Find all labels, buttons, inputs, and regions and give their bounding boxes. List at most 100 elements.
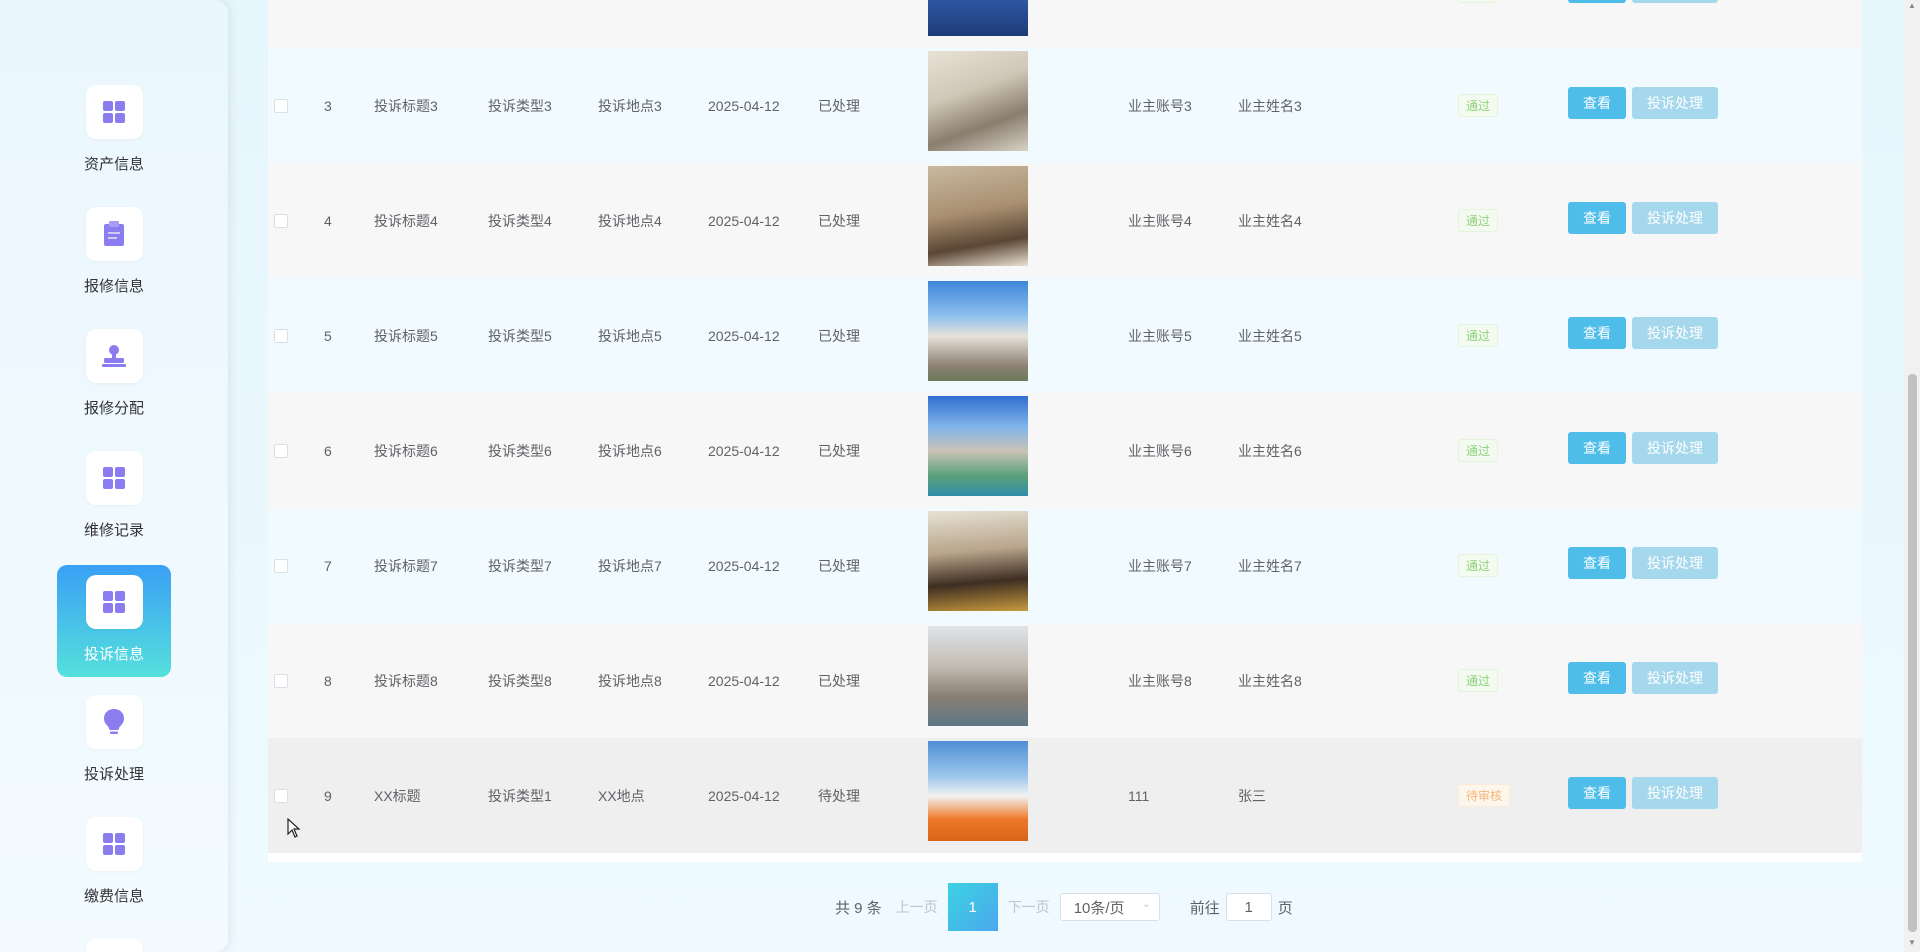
row-checkbox[interactable] <box>274 673 288 688</box>
view-button[interactable]: 查看 <box>1568 432 1626 464</box>
clipboard-icon <box>85 207 143 261</box>
scroll-down-icon[interactable]: ▼ <box>1908 938 1916 947</box>
row-image[interactable] <box>928 626 1028 726</box>
grid-icon <box>85 817 143 871</box>
row-title: 投诉标题7 <box>374 557 438 574</box>
row-status: 已处理 <box>818 557 860 574</box>
table-row: 3 投诉标题3 投诉类型3 投诉地点3 2025-04-12 已处理 业主账号3 业主姓名3 通… <box>268 48 1862 163</box>
row-status: 已处理 <box>818 212 860 229</box>
review-tag: 通过 <box>1458 209 1499 232</box>
row-index: 4 <box>324 212 332 229</box>
sidebar-item[interactable]: 报修信息 <box>57 197 171 309</box>
row-index: 3 <box>324 97 332 114</box>
row-status: 已处理 <box>818 327 860 344</box>
review-tag: 通过 <box>1458 669 1499 692</box>
table-row: 8 投诉标题8 投诉类型8 投诉地点8 2025-04-12 已处理 业主账号8 业主姓名8 通… <box>268 623 1862 738</box>
handle-complaint-button[interactable]: 投诉处理 <box>1632 432 1718 464</box>
row-owner-account: 业主账号4 <box>1128 212 1192 229</box>
row-title: 投诉标题5 <box>374 327 438 344</box>
view-button[interactable]: 查看 <box>1568 547 1626 579</box>
sidebar-item[interactable]: 资产信息 <box>57 75 171 187</box>
row-type: 投诉类型8 <box>488 672 552 689</box>
table-row: 4 投诉标题4 投诉类型4 投诉地点4 2025-04-12 已处理 业主账号4 业主姓名4 通… <box>268 163 1862 278</box>
goto-page-input[interactable]: 1 <box>1225 893 1272 921</box>
row-image[interactable] <box>928 0 1028 36</box>
grid-icon <box>85 85 143 139</box>
row-image[interactable] <box>928 511 1028 611</box>
row-index: 6 <box>324 442 332 459</box>
row-checkbox[interactable] <box>274 443 288 458</box>
page-size-select[interactable]: 10条/页 ⌄ <box>1059 893 1160 921</box>
row-owner-name: 业主姓名5 <box>1238 327 1302 344</box>
row-title: 投诉标题4 <box>374 212 438 229</box>
scroll-up-icon[interactable]: ▲ <box>1908 1 1916 10</box>
sidebar-item[interactable]: 报修分配 <box>57 319 171 431</box>
row-owner-name: 业主姓名3 <box>1238 97 1302 114</box>
checkbox-cell <box>274 623 288 738</box>
view-button[interactable]: 查看 <box>1568 317 1626 349</box>
row-date: 2025-04-12 <box>708 787 780 804</box>
row-image[interactable] <box>928 51 1028 151</box>
row-status: 已处理 <box>818 672 860 689</box>
grid-icon <box>85 575 143 629</box>
row-owner-name: 业主姓名7 <box>1238 557 1302 574</box>
table-row <box>268 0 1862 48</box>
view-button[interactable]: 查看 <box>1568 202 1626 234</box>
handle-complaint-button[interactable]: 投诉处理 <box>1632 317 1718 349</box>
row-image[interactable] <box>928 281 1028 381</box>
handle-complaint-button[interactable]: 投诉处理 <box>1632 87 1718 119</box>
pagination: 共 9 条 上一页 1 下一页 10条/页 ⌄ 前往 1 页 <box>835 883 1293 931</box>
review-tag <box>1458 0 1496 3</box>
handle-complaint-button[interactable]: 投诉处理 <box>1632 202 1718 234</box>
row-checkbox[interactable] <box>274 213 288 228</box>
row-image[interactable] <box>928 396 1028 496</box>
page-size-value: 10条/页 <box>1073 899 1125 917</box>
stamp-icon <box>85 329 143 383</box>
row-checkbox[interactable] <box>274 98 288 113</box>
prev-page-button[interactable]: 上一页 <box>896 897 938 917</box>
review-cell: 通过 <box>1458 163 1499 278</box>
current-page-button[interactable]: 1 <box>947 883 998 931</box>
row-type: 投诉类型5 <box>488 327 552 344</box>
row-owner-name: 张三 <box>1238 787 1266 804</box>
row-date: 2025-04-12 <box>708 327 780 344</box>
next-page-button[interactable]: 下一页 <box>1008 897 1050 917</box>
row-type: 投诉类型4 <box>488 212 552 229</box>
handle-complaint-button[interactable]: 投诉处理 <box>1632 777 1718 809</box>
row-checkbox[interactable] <box>274 328 288 343</box>
view-button[interactable] <box>1568 0 1626 3</box>
row-image[interactable] <box>928 741 1028 841</box>
checkbox-cell <box>274 278 288 393</box>
handle-complaint-button[interactable]: 投诉处理 <box>1632 547 1718 579</box>
row-location: 投诉地点3 <box>598 97 662 114</box>
review-tag: 通过 <box>1458 324 1499 347</box>
row-owner-account: 业主账号6 <box>1128 442 1192 459</box>
sidebar-item[interactable] <box>57 929 171 952</box>
view-button[interactable]: 查看 <box>1568 87 1626 119</box>
table-row: 5 投诉标题5 投诉类型5 投诉地点5 2025-04-12 已处理 业主账号5 业主姓名5 通… <box>268 278 1862 393</box>
sidebar-item[interactable]: 缴费信息 <box>57 807 171 919</box>
row-checkbox[interactable] <box>274 788 288 803</box>
scroll-thumb[interactable] <box>1908 374 1917 932</box>
row-status: 已处理 <box>818 97 860 114</box>
review-cell: 通过 <box>1458 278 1499 393</box>
row-type: 投诉类型6 <box>488 442 552 459</box>
sidebar-item-label: 投诉处理 <box>83 766 144 783</box>
goto-prefix: 前往 <box>1189 899 1220 917</box>
bulb-icon <box>85 695 143 749</box>
page-scrollbar[interactable]: ▲ ▼ <box>1904 0 1920 952</box>
row-date: 2025-04-12 <box>708 442 780 459</box>
row-owner-account: 业主账号7 <box>1128 557 1192 574</box>
handle-button[interactable] <box>1632 0 1718 3</box>
sidebar-item[interactable]: 投诉处理 <box>57 685 171 797</box>
row-checkbox[interactable] <box>274 558 288 573</box>
total-count: 共 9 条 <box>835 899 882 917</box>
handle-complaint-button[interactable]: 投诉处理 <box>1632 662 1718 694</box>
row-image[interactable] <box>928 166 1028 266</box>
row-title: 投诉标题3 <box>374 97 438 114</box>
sidebar-item[interactable]: 维修记录 <box>57 441 171 553</box>
sidebar-item-label: 资产信息 <box>83 156 144 173</box>
view-button[interactable]: 查看 <box>1568 777 1626 809</box>
view-button[interactable]: 查看 <box>1568 662 1626 694</box>
sidebar-item[interactable]: 投诉信息 <box>57 565 171 677</box>
